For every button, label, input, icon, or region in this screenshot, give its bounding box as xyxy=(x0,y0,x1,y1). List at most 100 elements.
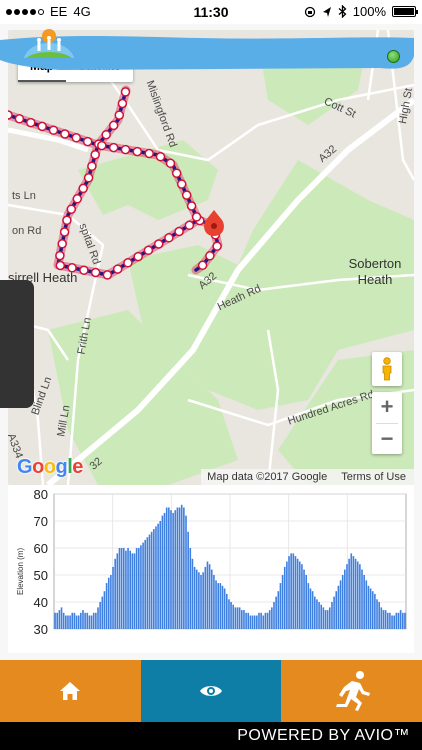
street-view-button[interactable] xyxy=(372,352,402,386)
route-point[interactable] xyxy=(120,144,131,155)
elevation-bar xyxy=(168,507,170,629)
route-point[interactable] xyxy=(144,148,154,159)
elevation-bar xyxy=(329,607,331,629)
route-point[interactable] xyxy=(186,201,197,211)
route-point[interactable] xyxy=(78,183,88,194)
route-point[interactable] xyxy=(55,250,65,261)
chart-y-tick-label: 60 xyxy=(34,541,48,556)
elevation-bar xyxy=(62,612,65,629)
elevation-bar xyxy=(346,564,348,629)
location-icon xyxy=(322,6,331,17)
elevation-bar xyxy=(264,612,267,629)
elevation-bar xyxy=(404,612,406,629)
route-point[interactable] xyxy=(37,121,47,132)
elevation-bar xyxy=(215,580,217,629)
zoom-out-button[interactable]: − xyxy=(372,424,402,455)
route-point[interactable] xyxy=(60,129,70,139)
elevation-bar xyxy=(90,615,93,629)
elevation-bar xyxy=(331,602,333,629)
elevation-bar xyxy=(348,558,350,629)
route-point[interactable] xyxy=(191,212,202,222)
elevation-bar xyxy=(296,558,299,629)
elevation-bar xyxy=(107,577,110,629)
route-point[interactable] xyxy=(102,270,113,280)
home-button[interactable] xyxy=(0,660,141,722)
route-point[interactable] xyxy=(48,125,59,135)
route-point[interactable] xyxy=(87,161,97,171)
elevation-bar xyxy=(69,615,71,629)
side-drawer-handle[interactable] xyxy=(0,280,34,408)
elevation-bar xyxy=(116,553,119,629)
route-point[interactable] xyxy=(66,204,77,214)
route-point[interactable] xyxy=(97,140,107,151)
route-point[interactable] xyxy=(72,194,83,204)
route-point[interactable] xyxy=(71,133,82,143)
route-point[interactable] xyxy=(212,241,222,251)
route-point[interactable] xyxy=(153,239,164,249)
route-point[interactable] xyxy=(184,220,195,231)
elevation-bar xyxy=(92,612,95,629)
elevation-bar xyxy=(105,583,108,629)
elevation-bar xyxy=(262,615,265,629)
terms-of-use-link[interactable]: Terms of Use xyxy=(341,471,406,483)
elevation-bar xyxy=(142,542,144,629)
route-point[interactable] xyxy=(164,233,174,243)
route-point[interactable] xyxy=(108,142,119,153)
route-point[interactable] xyxy=(132,146,143,157)
route-point[interactable] xyxy=(14,114,25,124)
route-point[interactable] xyxy=(59,227,70,237)
route-point[interactable] xyxy=(120,87,131,97)
elevation-bar xyxy=(180,504,183,629)
view-button[interactable] xyxy=(140,660,282,722)
route-point[interactable] xyxy=(112,264,123,274)
zoom-control: + − xyxy=(372,392,402,454)
route-point[interactable] xyxy=(57,239,67,249)
route-point[interactable] xyxy=(133,251,143,262)
route-point[interactable] xyxy=(55,260,66,271)
map-data-credit: Map data ©2017 Google xyxy=(207,471,328,483)
route-point[interactable] xyxy=(90,149,100,160)
route-point[interactable] xyxy=(90,267,101,278)
status-right: 100% xyxy=(304,4,418,19)
route-end-marker[interactable] xyxy=(204,210,224,236)
elevation-bar xyxy=(208,564,211,629)
route-map[interactable]: Cott St A32 High St Mislingford Rd ts Ln… xyxy=(8,30,414,485)
elevation-bar xyxy=(288,556,290,629)
route-point[interactable] xyxy=(101,129,111,140)
elevation-bar xyxy=(256,615,258,629)
route-point[interactable] xyxy=(82,136,93,147)
route-point[interactable] xyxy=(165,158,176,169)
elevation-bar xyxy=(112,566,114,629)
route-point[interactable] xyxy=(205,251,215,261)
elevation-bar xyxy=(401,612,404,629)
route-point[interactable] xyxy=(174,226,184,237)
route-point[interactable] xyxy=(79,265,89,275)
elevation-bar xyxy=(361,569,363,629)
route-point[interactable] xyxy=(197,260,208,271)
route-point[interactable] xyxy=(83,173,94,183)
route-point[interactable] xyxy=(114,110,125,120)
elevation-bar xyxy=(122,548,125,629)
elevation-bar xyxy=(129,550,131,629)
route-point[interactable] xyxy=(171,168,182,178)
route-point[interactable] xyxy=(123,258,133,268)
route-point[interactable] xyxy=(176,179,187,189)
route-point[interactable] xyxy=(26,117,36,128)
google-logo-letter: g xyxy=(55,456,68,478)
elevation-bar xyxy=(301,564,303,629)
route-point[interactable] xyxy=(143,245,154,256)
elevation-bar xyxy=(238,607,241,629)
route-point[interactable] xyxy=(8,110,13,120)
route-point[interactable] xyxy=(62,215,72,226)
route-point[interactable] xyxy=(155,151,166,162)
elevation-bar xyxy=(309,588,312,629)
elevation-bar xyxy=(322,607,325,629)
route-point[interactable] xyxy=(181,190,192,200)
elevation-bar xyxy=(80,612,82,629)
route-point[interactable] xyxy=(108,120,119,131)
run-button[interactable] xyxy=(281,660,422,722)
elevation-bar xyxy=(326,610,329,629)
route-point[interactable] xyxy=(117,98,128,109)
zoom-in-button[interactable]: + xyxy=(372,392,402,423)
elevation-bar xyxy=(155,526,157,629)
